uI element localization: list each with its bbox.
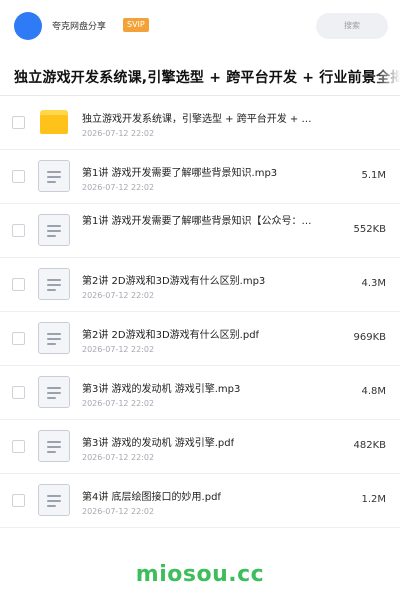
file-row[interactable]: 第3讲 游戏的发动机 游戏引擎.mp3 2026-07-12 22:02 4.8… bbox=[0, 366, 400, 420]
document-icon bbox=[38, 160, 70, 192]
avatar[interactable] bbox=[14, 12, 42, 40]
file-date: 2026-07-12 22:02 bbox=[82, 345, 155, 354]
search-button[interactable]: 搜索 bbox=[316, 13, 388, 39]
document-icon bbox=[38, 268, 70, 300]
page-title: 独立游戏开发系统课,引擎选型 + 跨平台开发 + 行业前景全揭秘 bbox=[14, 70, 400, 86]
file-date: 2026-07-12 22:02 bbox=[82, 129, 155, 138]
file-name[interactable]: 第1讲 游戏开发需要了解哪些背景知识.mp3 bbox=[82, 164, 277, 179]
row-checkbox[interactable] bbox=[12, 278, 25, 291]
file-size: 4.3M bbox=[361, 278, 386, 289]
file-name[interactable]: 第4讲 底层绘图接口的妙用.pdf bbox=[82, 488, 221, 503]
document-icon bbox=[38, 322, 70, 354]
document-icon bbox=[38, 376, 70, 408]
file-date: 2026-07-12 22:02 bbox=[82, 507, 155, 516]
file-name[interactable]: 第3讲 游戏的发动机 游戏引擎.pdf bbox=[82, 434, 234, 449]
file-row[interactable]: 第4讲 底层绘图接口的妙用.pdf 2026-07-12 22:02 1.2M bbox=[0, 474, 400, 528]
row-checkbox[interactable] bbox=[12, 440, 25, 453]
file-size: 4.8M bbox=[361, 386, 386, 397]
file-row[interactable]: 第1讲 游戏开发需要了解哪些背景知识.mp3 2026-07-12 22:02 … bbox=[0, 150, 400, 204]
file-date: 2026-07-12 22:02 bbox=[82, 291, 155, 300]
folder-icon bbox=[38, 106, 70, 138]
document-icon bbox=[38, 430, 70, 462]
file-size: 552KB bbox=[353, 224, 386, 235]
row-checkbox[interactable] bbox=[12, 116, 25, 129]
row-checkbox[interactable] bbox=[12, 494, 25, 507]
row-checkbox[interactable] bbox=[12, 332, 25, 345]
file-size: 5.1M bbox=[361, 170, 386, 181]
file-list: 独立游戏开发系统课，引擎选型 + 跨平台开发 + … 2026-07-12 22… bbox=[0, 96, 400, 528]
document-icon bbox=[38, 214, 70, 246]
file-date: 2026-07-12 22:02 bbox=[82, 183, 155, 192]
file-date: 2026-07-12 22:02 bbox=[82, 453, 155, 462]
title-bar: 独立游戏开发系统课,引擎选型 + 跨平台开发 + 行业前景全揭秘 bbox=[0, 52, 400, 96]
file-name[interactable]: 第2讲 2D游戏和3D游戏有什么区别.pdf bbox=[82, 326, 259, 341]
file-row[interactable]: 独立游戏开发系统课，引擎选型 + 跨平台开发 + … 2026-07-12 22… bbox=[0, 96, 400, 150]
file-name[interactable]: 第1讲 游戏开发需要了解哪些背景知识【公众号：… bbox=[82, 214, 312, 246]
svip-badge: SVIP bbox=[123, 18, 149, 32]
header-bar: 夸克网盘分享 SVIP 搜索 bbox=[0, 0, 400, 52]
file-name[interactable]: 独立游戏开发系统课，引擎选型 + 跨平台开发 + … bbox=[82, 110, 311, 125]
title-fade bbox=[374, 52, 400, 95]
site-watermark: miosou.cc bbox=[135, 562, 265, 587]
file-row[interactable]: 第2讲 2D游戏和3D游戏有什么区别.mp3 2026-07-12 22:02 … bbox=[0, 258, 400, 312]
file-size: 969KB bbox=[353, 332, 386, 343]
file-date: 2026-07-12 22:02 bbox=[82, 399, 155, 408]
file-size: 482KB bbox=[353, 440, 386, 451]
row-checkbox[interactable] bbox=[12, 386, 25, 399]
document-icon bbox=[38, 484, 70, 516]
file-name[interactable]: 第3讲 游戏的发动机 游戏引擎.mp3 bbox=[82, 380, 240, 395]
row-checkbox[interactable] bbox=[12, 224, 25, 237]
file-row[interactable]: 第2讲 2D游戏和3D游戏有什么区别.pdf 2026-07-12 22:02 … bbox=[0, 312, 400, 366]
file-size: 1.2M bbox=[361, 494, 386, 505]
row-checkbox[interactable] bbox=[12, 170, 25, 183]
file-row[interactable]: 第3讲 游戏的发动机 游戏引擎.pdf 2026-07-12 22:02 482… bbox=[0, 420, 400, 474]
file-row[interactable]: 第1讲 游戏开发需要了解哪些背景知识【公众号：… 552KB bbox=[0, 204, 400, 258]
file-name[interactable]: 第2讲 2D游戏和3D游戏有什么区别.mp3 bbox=[82, 272, 265, 287]
owner-name[interactable]: 夸克网盘分享 bbox=[52, 19, 106, 32]
